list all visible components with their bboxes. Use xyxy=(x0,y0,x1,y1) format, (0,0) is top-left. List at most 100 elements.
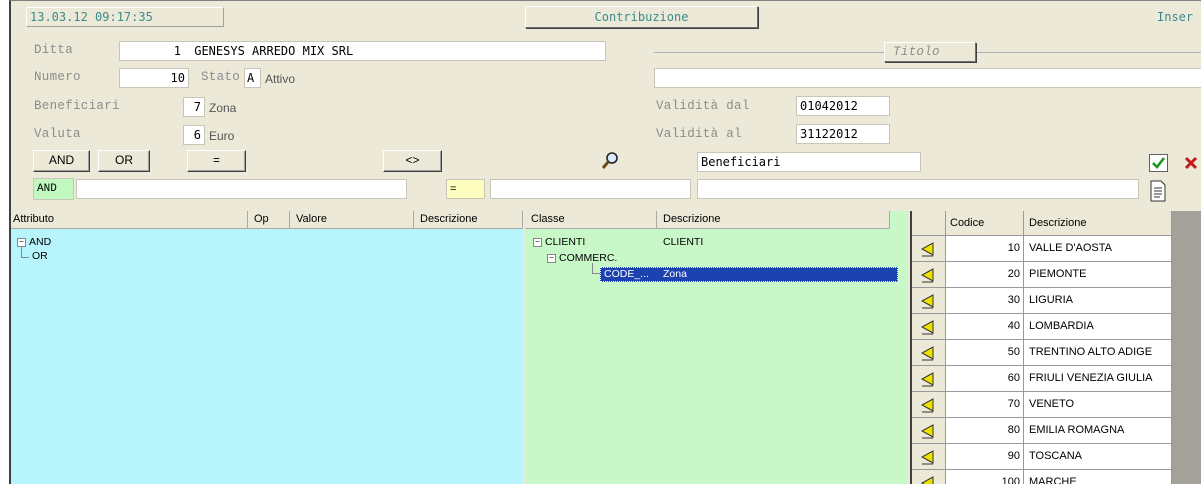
collapse-icon[interactable]: − xyxy=(17,237,26,247)
tree-node-and[interactable]: − AND xyxy=(17,236,51,248)
table-row[interactable]: 90 TOSCANA xyxy=(912,444,1172,470)
stato-label: Stato xyxy=(201,70,241,84)
tree-node-clienti[interactable]: − CLIENTI xyxy=(533,236,585,248)
column-header-descrizione[interactable]: Descrizione xyxy=(657,211,890,229)
tree-node-or[interactable]: OR xyxy=(32,250,48,262)
table-row[interactable]: 100 MARCHE xyxy=(912,470,1172,484)
collapse-icon[interactable]: − xyxy=(533,237,542,247)
tree-node-commerc[interactable]: − COMMERC. xyxy=(547,252,617,264)
select-arrow-icon[interactable] xyxy=(920,475,936,484)
tree-node-clienti-description: CLIENTI xyxy=(663,236,704,248)
grid-header-row: Codice Descrizione xyxy=(912,211,1172,236)
stato-code-field[interactable]: A xyxy=(244,68,261,88)
ditta-name: GENESYS ARREDO MIX SRL xyxy=(194,44,354,58)
row-selector[interactable] xyxy=(912,314,946,340)
class-tree-panel[interactable]: Classe Descrizione − CLIENTI CLIENTI − COM… xyxy=(525,211,908,484)
select-arrow-icon[interactable] xyxy=(920,293,936,309)
table-row[interactable]: 70 VENETO xyxy=(912,392,1172,418)
titolo-input[interactable] xyxy=(654,68,1201,88)
cell-descrizione: LIGURIA xyxy=(1024,288,1172,314)
table-row[interactable]: 10 VALLE D'AOSTA xyxy=(912,236,1172,262)
cell-descrizione: LOMBARDIA xyxy=(1024,314,1172,340)
cell-descrizione: VENETO xyxy=(1024,392,1172,418)
column-header-codice[interactable]: Codice xyxy=(946,211,1024,236)
select-arrow-icon[interactable] xyxy=(920,345,936,361)
row-selector[interactable] xyxy=(912,262,946,288)
collapse-icon[interactable]: − xyxy=(547,253,556,263)
cell-descrizione: FRIULI VENEZIA GIULIA xyxy=(1024,366,1172,392)
select-arrow-icon[interactable] xyxy=(920,449,936,465)
validita-al-field[interactable]: 31122012 xyxy=(796,124,890,144)
column-header-valore[interactable]: Valore xyxy=(290,211,414,229)
titolo-separator xyxy=(654,52,884,53)
cell-codice: 10 xyxy=(946,236,1024,262)
ditta-field[interactable]: 1 GENESYS ARREDO MIX SRL xyxy=(119,41,606,61)
or-button[interactable]: OR xyxy=(98,150,150,172)
table-row[interactable]: 80 EMILIA ROMAGNA xyxy=(912,418,1172,444)
table-row[interactable]: 20 PIEMONTE xyxy=(912,262,1172,288)
column-header-descrizione[interactable]: Descrizione xyxy=(414,211,523,229)
filter-attribute-input[interactable] xyxy=(76,179,407,199)
cell-codice: 30 xyxy=(946,288,1024,314)
not-equal-button[interactable]: <> xyxy=(383,150,442,172)
titolo-separator-right xyxy=(977,52,1201,53)
valuta-description: Euro xyxy=(209,129,235,143)
filter-description-input[interactable] xyxy=(697,179,1139,199)
numero-label: Numero xyxy=(34,70,81,84)
cell-codice: 90 xyxy=(946,444,1024,470)
attribute-tree-panel[interactable]: Attributo Op Valore Descrizione − AND OR xyxy=(11,211,523,484)
column-header-op[interactable]: Op xyxy=(248,211,290,229)
select-arrow-icon[interactable] xyxy=(920,241,936,257)
document-icon[interactable] xyxy=(1149,180,1167,202)
select-arrow-icon[interactable] xyxy=(920,397,936,413)
form-title: Contribuzione xyxy=(525,6,758,28)
tree-node-selected[interactable]: CODE_... Zona xyxy=(600,267,898,282)
table-row[interactable]: 60 FRIULI VENEZIA GIULIA xyxy=(912,366,1172,392)
valuta-code-field[interactable]: 6 xyxy=(183,125,205,145)
grid-corner xyxy=(912,211,946,236)
valuta-label: Valuta xyxy=(34,127,81,141)
numero-field[interactable]: 10 xyxy=(119,68,189,88)
datetime-display: 13.03.12 09:17:35 xyxy=(26,7,224,27)
select-arrow-icon[interactable] xyxy=(920,371,936,387)
filter-operator[interactable]: AND xyxy=(33,178,74,200)
cell-codice: 40 xyxy=(946,314,1024,340)
table-row[interactable]: 40 LOMBARDIA xyxy=(912,314,1172,340)
ditta-label: Ditta xyxy=(34,43,74,57)
row-selector[interactable] xyxy=(912,470,946,484)
tree-line xyxy=(21,247,22,257)
cell-descrizione: MARCHE xyxy=(1024,470,1172,484)
table-row[interactable]: 50 TRENTINO ALTO ADIGE xyxy=(912,340,1172,366)
column-header-attributo[interactable]: Attributo xyxy=(11,211,248,229)
row-selector[interactable] xyxy=(912,392,946,418)
column-header-classe[interactable]: Classe xyxy=(525,211,657,229)
filter-value-input[interactable] xyxy=(490,179,691,199)
beneficiari-code-field[interactable]: 7 xyxy=(183,97,205,117)
select-arrow-icon[interactable] xyxy=(920,267,936,283)
filter-comparator[interactable]: = xyxy=(446,179,485,199)
cell-descrizione: PIEMONTE xyxy=(1024,262,1172,288)
code-grid-panel[interactable]: Codice Descrizione 10 VALLE D'AOSTA 20 PIEM… xyxy=(910,211,1201,484)
column-header-descrizione[interactable]: Descrizione xyxy=(1024,211,1172,236)
validita-dal-field[interactable]: 01042012 xyxy=(796,96,890,116)
row-selector[interactable] xyxy=(912,444,946,470)
tree-line xyxy=(592,263,593,273)
select-arrow-icon[interactable] xyxy=(920,319,936,335)
search-icon[interactable] xyxy=(600,151,620,171)
select-arrow-icon[interactable] xyxy=(920,423,936,439)
cell-codice: 60 xyxy=(946,366,1024,392)
stato-description: Attivo xyxy=(265,72,296,86)
row-selector[interactable] xyxy=(912,366,946,392)
confirm-icon[interactable] xyxy=(1149,154,1168,172)
row-selector[interactable] xyxy=(912,340,946,366)
row-selector[interactable] xyxy=(912,288,946,314)
and-button[interactable]: AND xyxy=(33,150,90,172)
beneficiari-label: Beneficiari xyxy=(34,99,120,113)
cancel-icon[interactable] xyxy=(1183,154,1199,172)
selection-field[interactable]: Beneficiari xyxy=(697,152,921,172)
equals-button[interactable]: = xyxy=(187,150,246,172)
row-selector[interactable] xyxy=(912,236,946,262)
row-selector[interactable] xyxy=(912,418,946,444)
table-row[interactable]: 30 LIGURIA xyxy=(912,288,1172,314)
tree-line xyxy=(21,257,29,258)
